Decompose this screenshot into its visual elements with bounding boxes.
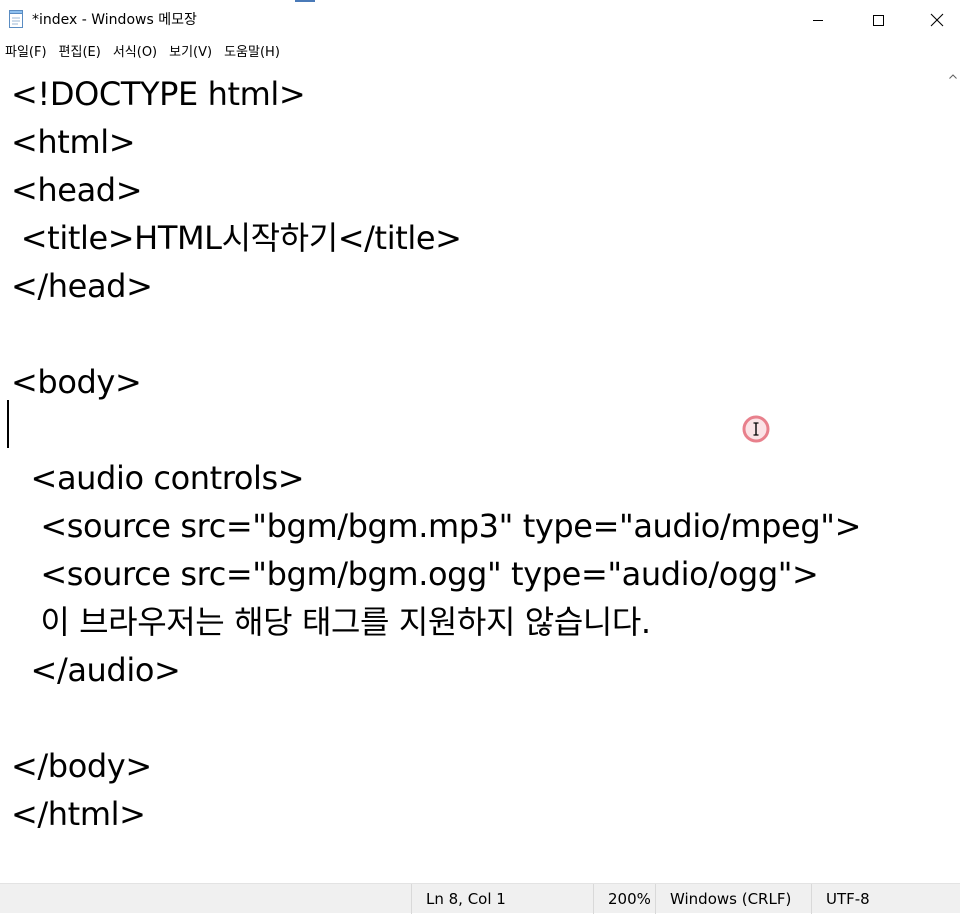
maximize-button[interactable] — [855, 0, 901, 40]
menu-edit[interactable]: 편집(E) — [54, 40, 108, 66]
editor-line: </html> — [11, 795, 146, 833]
zoom-level: 200% — [593, 884, 655, 914]
cursor-position: Ln 8, Col 1 — [411, 884, 593, 914]
menu-format[interactable]: 서식(O) — [108, 40, 164, 66]
editor-line: <source src="bgm/bgm.ogg" type="audio/og… — [11, 555, 819, 593]
text-editor[interactable]: <!DOCTYPE html> <html> <head> <title>HTM… — [0, 66, 945, 883]
editor-line: <body> — [11, 363, 142, 401]
text-caret — [7, 400, 9, 448]
scroll-up-arrow-icon[interactable] — [949, 74, 957, 79]
editor-line: <head> — [11, 171, 143, 209]
editor-line: <title>HTML시작하기</title> — [11, 219, 462, 257]
menu-bar: 파일(F) 편집(E) 서식(O) 보기(V) 도움말(H) — [0, 40, 960, 66]
menu-view[interactable]: 보기(V) — [164, 40, 219, 66]
menu-help[interactable]: 도움말(H) — [219, 40, 287, 66]
title-bar[interactable]: *index - Windows 메모장 — [0, 0, 960, 40]
notepad-window: *index - Windows 메모장 파일(F) 편집(E) 서식(O) 보… — [0, 0, 960, 914]
editor-line: </body> — [11, 747, 152, 785]
vertical-scrollbar[interactable] — [945, 66, 960, 883]
title-bar-accent — [295, 0, 315, 2]
text-cursor-icon — [742, 415, 770, 443]
editor-line: <audio controls> — [11, 459, 305, 497]
minimize-button[interactable] — [795, 0, 841, 40]
line-ending: Windows (CRLF) — [655, 884, 811, 914]
editor-line: <html> — [11, 123, 136, 161]
editor-line: <!DOCTYPE html> — [11, 75, 306, 113]
close-icon — [930, 13, 944, 27]
window-title: *index - Windows 메모장 — [32, 12, 197, 28]
close-button[interactable] — [914, 0, 960, 40]
menu-file[interactable]: 파일(F) — [0, 40, 54, 66]
maximize-icon — [873, 15, 884, 26]
encoding: UTF-8 — [811, 884, 960, 914]
notepad-icon — [9, 10, 23, 28]
editor-line: </head> — [11, 267, 153, 305]
minimize-icon — [813, 20, 823, 21]
editor-line: </audio> — [11, 651, 181, 689]
status-bar: Ln 8, Col 1 200% Windows (CRLF) UTF-8 — [0, 883, 960, 914]
editor-line: 이 브라우저는 해당 태그를 지원하지 않습니다. — [11, 603, 651, 641]
editor-line: <source src="bgm/bgm.mp3" type="audio/mp… — [11, 507, 861, 545]
